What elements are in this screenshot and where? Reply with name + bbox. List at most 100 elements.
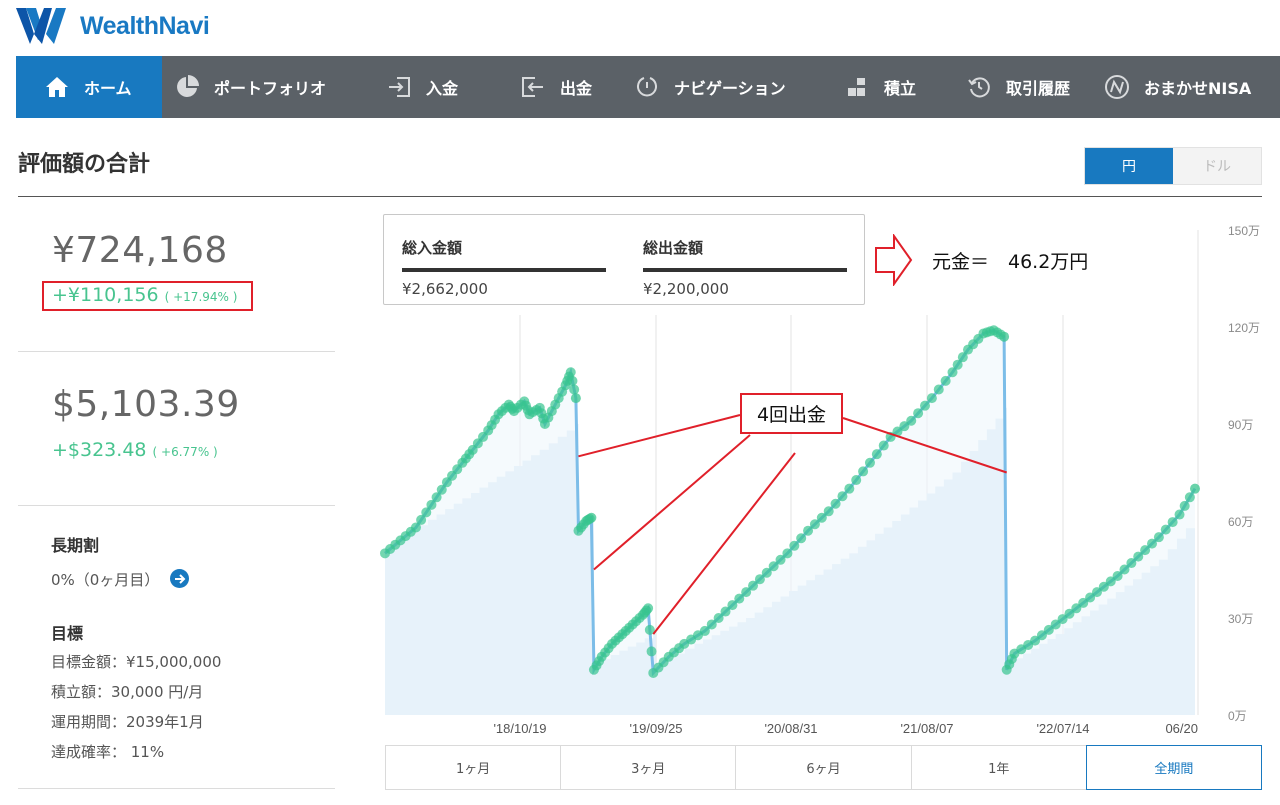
y-tick-label: 120万: [1228, 321, 1260, 335]
y-tick-label: 90万: [1228, 418, 1253, 432]
brand-name: WealthNavi: [80, 11, 210, 40]
divider: [18, 505, 335, 506]
data-point: [837, 491, 848, 502]
usd-total-value: $5,103.39: [52, 384, 240, 425]
data-point: [940, 375, 951, 386]
currency-toggle: 円 ドル: [1084, 147, 1262, 185]
x-tick-label: 06/20: [1165, 721, 1198, 736]
long-term-heading: 長期割: [51, 536, 100, 555]
period-selector: 1ヶ月 3ヶ月 6ヶ月 1年 全期間: [385, 745, 1263, 790]
data-point: [1167, 517, 1178, 528]
data-point: [823, 506, 834, 517]
nav-item-home[interactable]: ホーム: [16, 56, 162, 118]
data-point: [844, 483, 855, 494]
page-title: 評価額の合計: [18, 152, 151, 177]
data-point: [906, 415, 917, 426]
withdrawal-pointer-line: [593, 434, 751, 571]
x-tick-label: '20/08/31: [764, 721, 817, 736]
data-point: [878, 440, 889, 451]
navigation-icon: [634, 74, 660, 100]
data-point: [920, 400, 930, 411]
chart-tooltip: 総入金額 ¥2,662,000 総出金額 ¥2,200,000: [383, 214, 865, 305]
nav-item-nisa[interactable]: おまかせNISA: [1092, 56, 1280, 118]
nav-item-history[interactable]: 取引履歴: [950, 56, 1092, 118]
annotation-arrow-icon: [875, 234, 913, 286]
goal-probability: 達成確率： 11%: [51, 743, 165, 761]
data-point: [643, 603, 654, 614]
data-point: [926, 393, 937, 404]
data-point: [858, 466, 869, 477]
withdrawal-pointer-line: [578, 414, 741, 458]
period-1-month-button[interactable]: 1ヶ月: [385, 745, 561, 790]
deposit-total-value: ¥2,662,000: [402, 280, 488, 298]
data-point: [782, 548, 793, 559]
data-point: [913, 408, 924, 419]
data-point: [1174, 509, 1185, 520]
data-point: [565, 367, 576, 378]
yen-toggle-button[interactable]: 円: [1085, 148, 1173, 184]
nav-item-withdraw[interactable]: 出金: [504, 56, 622, 118]
data-point: [1179, 500, 1190, 511]
pie-chart-icon: [174, 74, 200, 100]
goal-monthly-amount: 積立額：30,000 円/月: [51, 683, 204, 701]
withdrawal-annotation: 4回出金: [740, 393, 843, 434]
nav-item-savings[interactable]: 積立: [828, 56, 950, 118]
dollar-toggle-button[interactable]: ドル: [1173, 148, 1261, 184]
data-point: [569, 384, 580, 395]
usd-change: +$323.48 ( +6.77% ): [52, 439, 218, 461]
data-point: [586, 512, 597, 523]
usd-change-amount: +$323.48: [52, 439, 147, 461]
withdraw-total-label: 総出金額: [643, 237, 847, 272]
highlight-box: [42, 281, 253, 311]
data-point: [1160, 524, 1171, 535]
long-term-detail-button[interactable]: [170, 569, 189, 588]
title-divider: [18, 196, 1262, 197]
data-point: [1184, 492, 1195, 503]
nisa-icon: [1104, 74, 1130, 100]
period-6-months-button[interactable]: 6ヶ月: [735, 745, 911, 790]
x-tick-label: '21/08/07: [900, 721, 953, 736]
deposit-icon: [386, 74, 412, 100]
yen-total-value: ¥724,168: [52, 230, 228, 271]
data-point: [796, 533, 807, 544]
period-all-button[interactable]: 全期間: [1085, 745, 1263, 790]
x-tick-label: '19/09/25: [629, 721, 682, 736]
data-point: [1153, 532, 1164, 543]
y-tick-label: 150万: [1228, 224, 1260, 238]
divider: [18, 351, 335, 352]
data-point: [871, 449, 882, 460]
wealthnavi-logo-icon: [16, 8, 66, 44]
data-point: [864, 457, 875, 468]
nav-item-deposit[interactable]: 入金: [358, 56, 504, 118]
principal-annotation: 元金＝ 46.2万円: [932, 251, 1089, 273]
app-header: WealthNavi: [0, 0, 1280, 56]
data-point: [933, 384, 944, 395]
withdraw-total-value: ¥2,200,000: [643, 280, 729, 298]
brand-logo[interactable]: WealthNavi: [16, 8, 210, 44]
x-tick-label: '22/07/14: [1036, 721, 1089, 736]
period-3-months-button[interactable]: 3ヶ月: [560, 745, 736, 790]
arrow-right-icon: [174, 573, 185, 584]
withdraw-icon: [520, 74, 546, 100]
divider: [18, 788, 335, 789]
home-icon: [44, 74, 70, 100]
nav-item-navigation[interactable]: ナビゲーション: [622, 56, 828, 118]
long-term-value: 0%（0ヶ月目）: [51, 571, 160, 589]
data-point: [830, 498, 841, 509]
data-point: [999, 331, 1010, 342]
period-1-year-button[interactable]: 1年: [910, 745, 1086, 790]
deposit-total-label: 総入金額: [402, 237, 606, 272]
goal-period: 運用期間：2039年1月: [51, 713, 204, 731]
y-tick-label: 0万: [1228, 709, 1247, 723]
history-icon: [966, 74, 992, 100]
y-tick-label: 60万: [1228, 515, 1253, 529]
data-point: [570, 393, 581, 404]
deposit-total: 総入金額 ¥2,662,000: [402, 237, 606, 298]
goal-heading: 目標: [51, 624, 84, 643]
nav-item-portfolio[interactable]: ポートフォリオ: [162, 56, 358, 118]
data-point: [1190, 483, 1200, 494]
withdraw-total: 総出金額 ¥2,200,000: [643, 237, 847, 298]
blocks-icon: [844, 74, 870, 100]
x-tick-label: '18/10/19: [493, 721, 546, 736]
goal-target-amount: 目標金額：¥15,000,000: [51, 653, 222, 671]
